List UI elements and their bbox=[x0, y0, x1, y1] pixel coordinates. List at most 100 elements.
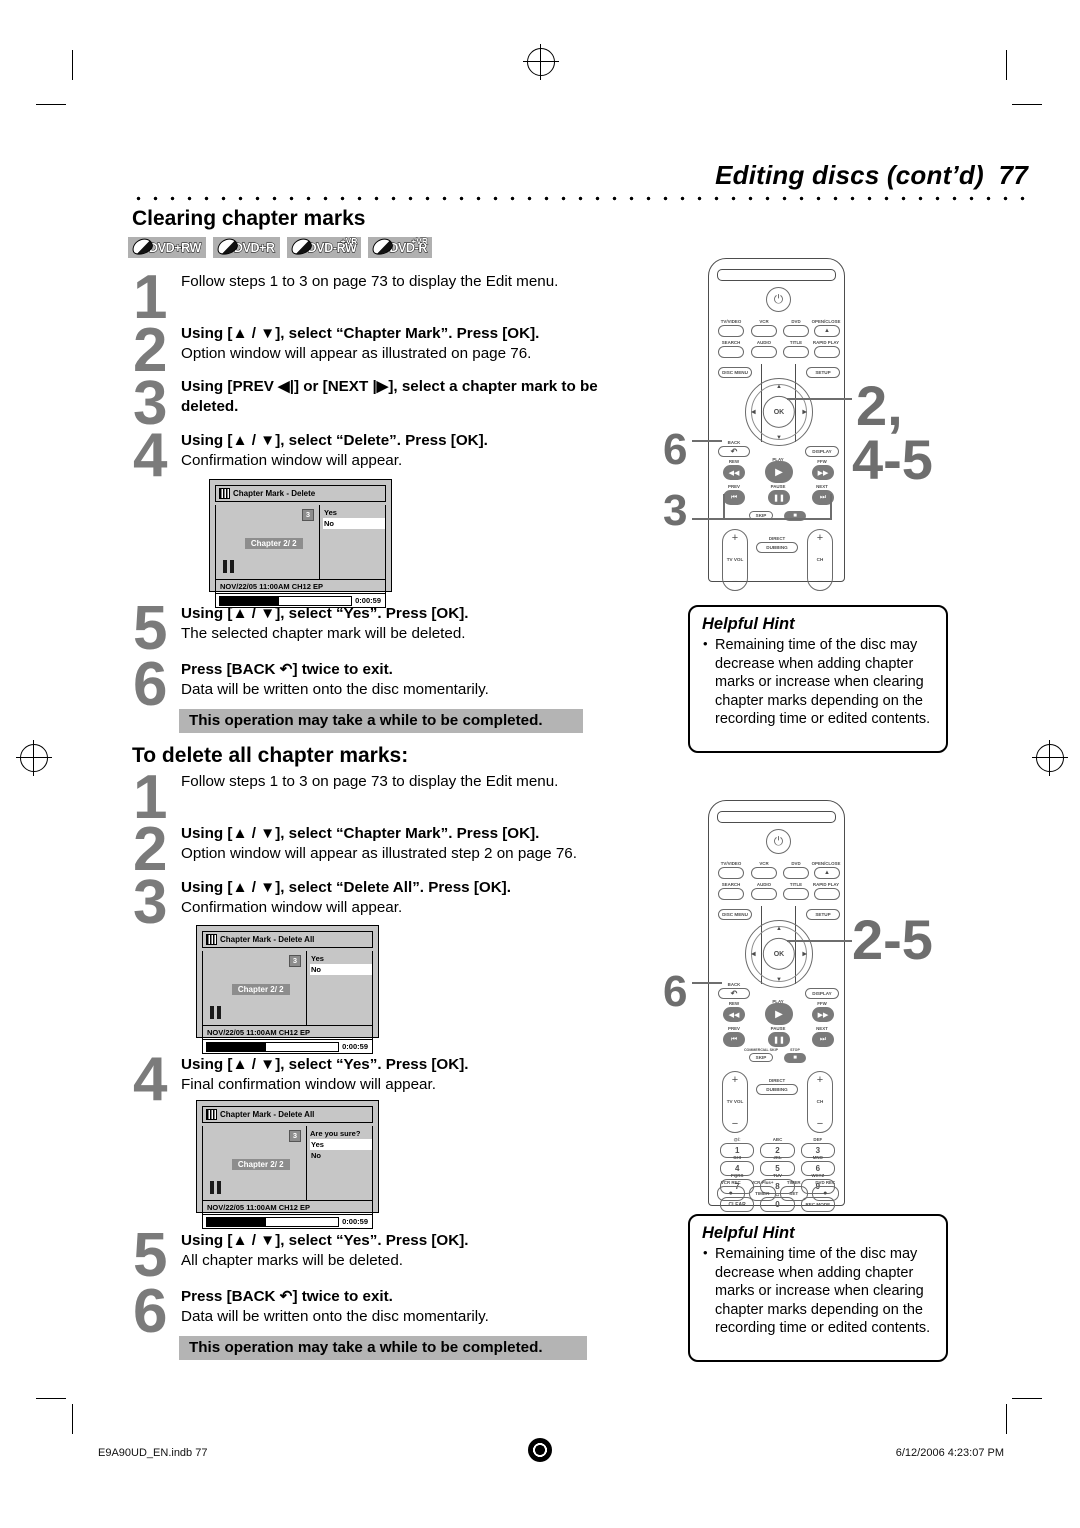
step-subtext: Data will be written onto the disc momen… bbox=[181, 680, 489, 698]
vcr-plus-timer-button[interactable]: VCR Plus+ TIMER bbox=[748, 1180, 776, 1201]
dpad-up-icon[interactable]: ▲ bbox=[776, 384, 782, 390]
display-button[interactable]: DISPLAY bbox=[805, 446, 839, 457]
channel-control[interactable]: + CH − bbox=[807, 529, 833, 591]
crop-mark-br-h bbox=[1012, 1398, 1042, 1399]
callout-ok-45: 4-5 bbox=[852, 428, 933, 491]
tv-video-button[interactable] bbox=[718, 325, 744, 337]
vcr-rec-button[interactable]: VCR REC ● bbox=[717, 1180, 745, 1201]
tv-volume-up-icon[interactable]: + bbox=[732, 532, 738, 544]
disc-menu-button[interactable]: DISC MENU bbox=[718, 367, 752, 378]
skip-button[interactable]: SKIP bbox=[749, 1053, 773, 1062]
rapid-play-button[interactable] bbox=[814, 888, 840, 900]
play-button[interactable]: ▶ bbox=[765, 1003, 793, 1025]
power-button[interactable]: ⏻ bbox=[766, 829, 791, 854]
number-key-letters: PQRS bbox=[730, 1173, 744, 1178]
navigation-pad[interactable]: ▲ ▼ ◀ ▶ OK bbox=[745, 920, 813, 988]
power-button[interactable]: ⏻ bbox=[766, 287, 791, 312]
dvd-rec-button[interactable]: DVD REC ● bbox=[811, 1180, 839, 1201]
callout-line-ok bbox=[787, 398, 852, 400]
prev-button[interactable]: ⏮ bbox=[723, 1032, 745, 1047]
dpad-left-icon[interactable]: ◀ bbox=[751, 951, 756, 958]
header-dotted-rule bbox=[130, 196, 1028, 201]
crop-mark-br-v bbox=[1006, 1404, 1007, 1434]
disc-badge-vr-label: +VR bbox=[340, 236, 358, 247]
helpful-hint-bottom: Helpful Hint Remaining time of the disc … bbox=[688, 1214, 948, 1362]
channel-up-icon[interactable]: + bbox=[817, 532, 823, 544]
ffw-button[interactable]: ▶▶ bbox=[812, 465, 834, 480]
tv-option-yes[interactable]: Yes bbox=[310, 953, 372, 964]
search-button[interactable] bbox=[718, 888, 744, 900]
tv-body: 3 Chapter 2/ 2 Yes No bbox=[202, 951, 373, 1026]
stop-button[interactable]: ■ bbox=[784, 1053, 806, 1063]
tv-volume-control[interactable]: + TV VOL − bbox=[722, 1071, 748, 1133]
step-subtext: Data will be written onto the disc momen… bbox=[181, 1307, 489, 1325]
dpad-down-icon[interactable]: ▼ bbox=[776, 435, 782, 441]
button-label-rapid-play: RAPID PLAY bbox=[812, 882, 840, 887]
dvd-button[interactable] bbox=[783, 867, 809, 879]
rapid-play-button[interactable] bbox=[814, 346, 840, 358]
number-keypad[interactable]: @/: 1 ABC 2 DEF 3 GHI 4 JKL 5 MNO 6 PQRS 7 TUV 8… bbox=[720, 1137, 835, 1212]
setup-button[interactable]: SETUP bbox=[806, 909, 840, 920]
step-text: Using [▲ / ▼], select “Delete All”. Pres… bbox=[181, 878, 601, 917]
audio-button[interactable] bbox=[751, 346, 777, 358]
dpad-left-icon[interactable]: ◀ bbox=[751, 409, 756, 416]
setup-button[interactable]: SETUP bbox=[806, 367, 840, 378]
timer-set-button[interactable]: TIMER SET bbox=[780, 1180, 808, 1201]
tv-option-yes[interactable]: Yes bbox=[310, 1139, 372, 1150]
step-boldtext: Press [BACK ↶] twice to exit. bbox=[181, 1288, 393, 1305]
dpad-right-icon[interactable]: ▶ bbox=[802, 951, 807, 958]
dvd-button[interactable] bbox=[783, 325, 809, 337]
disc-badge-label: DVD+RW bbox=[149, 241, 202, 256]
ffw-button[interactable]: ▶▶ bbox=[812, 1007, 834, 1022]
navigation-pad[interactable]: ▲ ▼ ◀ ▶ OK bbox=[745, 378, 813, 446]
back-button[interactable]: ↶ bbox=[718, 988, 750, 999]
direct-dubbing-button[interactable]: DUBBING bbox=[756, 542, 798, 553]
step-number: 3 bbox=[133, 868, 168, 937]
tv-time: 0:00:59 bbox=[342, 1217, 368, 1226]
hint-title: Helpful Hint bbox=[702, 615, 795, 633]
clear-label: CLEAR bbox=[728, 1201, 746, 1208]
tv-volume-down-icon[interactable]: − bbox=[732, 576, 738, 588]
vcr-button[interactable] bbox=[751, 867, 777, 879]
display-button[interactable]: DISPLAY bbox=[805, 988, 839, 999]
pause-button[interactable]: ❚❚ bbox=[768, 1032, 790, 1047]
tv-option-no[interactable]: No bbox=[323, 518, 385, 529]
tv-option-no[interactable]: No bbox=[310, 964, 372, 975]
prev-button[interactable]: ⏮ bbox=[723, 490, 745, 505]
channel-up-icon[interactable]: + bbox=[817, 1074, 823, 1086]
tv-video-button[interactable] bbox=[718, 867, 744, 879]
open-close-button[interactable]: ▲ bbox=[814, 325, 840, 337]
record-timer-row[interactable]: VCR REC ● VCR Plus+ TIMER TIMER SET DVD REC… bbox=[717, 1180, 839, 1201]
open-close-button[interactable]: ▲ bbox=[814, 867, 840, 879]
channel-down-icon[interactable]: − bbox=[817, 576, 823, 588]
tv-title: Chapter Mark - Delete All bbox=[220, 1110, 315, 1119]
next-button[interactable]: ⏭ bbox=[812, 1032, 834, 1047]
tv-volume-control[interactable]: + TV VOL − bbox=[722, 529, 748, 591]
channel-down-icon[interactable]: − bbox=[817, 1118, 823, 1130]
section1-note: This operation may take a while to be co… bbox=[179, 709, 583, 733]
crop-mark-l-h bbox=[36, 104, 66, 105]
tv-volume-label: TV VOL bbox=[726, 1099, 744, 1105]
play-button[interactable]: ▶ bbox=[765, 461, 793, 483]
audio-button[interactable] bbox=[751, 888, 777, 900]
tv-volume-up-icon[interactable]: + bbox=[732, 1074, 738, 1086]
step-number: 5 bbox=[133, 1221, 168, 1290]
back-button[interactable]: ↶ bbox=[718, 446, 750, 457]
dpad-down-icon[interactable]: ▼ bbox=[776, 977, 782, 983]
channel-label: CH bbox=[816, 557, 824, 563]
search-button[interactable] bbox=[718, 346, 744, 358]
disc-menu-button[interactable]: DISC MENU bbox=[718, 909, 752, 920]
rew-button[interactable]: ◀◀ bbox=[723, 1007, 745, 1022]
dpad-up-icon[interactable]: ▲ bbox=[776, 926, 782, 932]
tv-option-no[interactable]: No bbox=[310, 1150, 372, 1161]
channel-control[interactable]: + CH − bbox=[807, 1071, 833, 1133]
direct-dubbing-button[interactable]: DUBBING bbox=[756, 1084, 798, 1095]
pause-button[interactable]: ❚❚ bbox=[768, 490, 790, 505]
dpad-right-icon[interactable]: ▶ bbox=[802, 409, 807, 416]
rew-button[interactable]: ◀◀ bbox=[723, 465, 745, 480]
vcr-button[interactable] bbox=[751, 325, 777, 337]
title-button[interactable] bbox=[783, 346, 809, 358]
tv-option-yes[interactable]: Yes bbox=[323, 507, 385, 518]
title-button[interactable] bbox=[783, 888, 809, 900]
tv-volume-down-icon[interactable]: − bbox=[732, 1118, 738, 1130]
